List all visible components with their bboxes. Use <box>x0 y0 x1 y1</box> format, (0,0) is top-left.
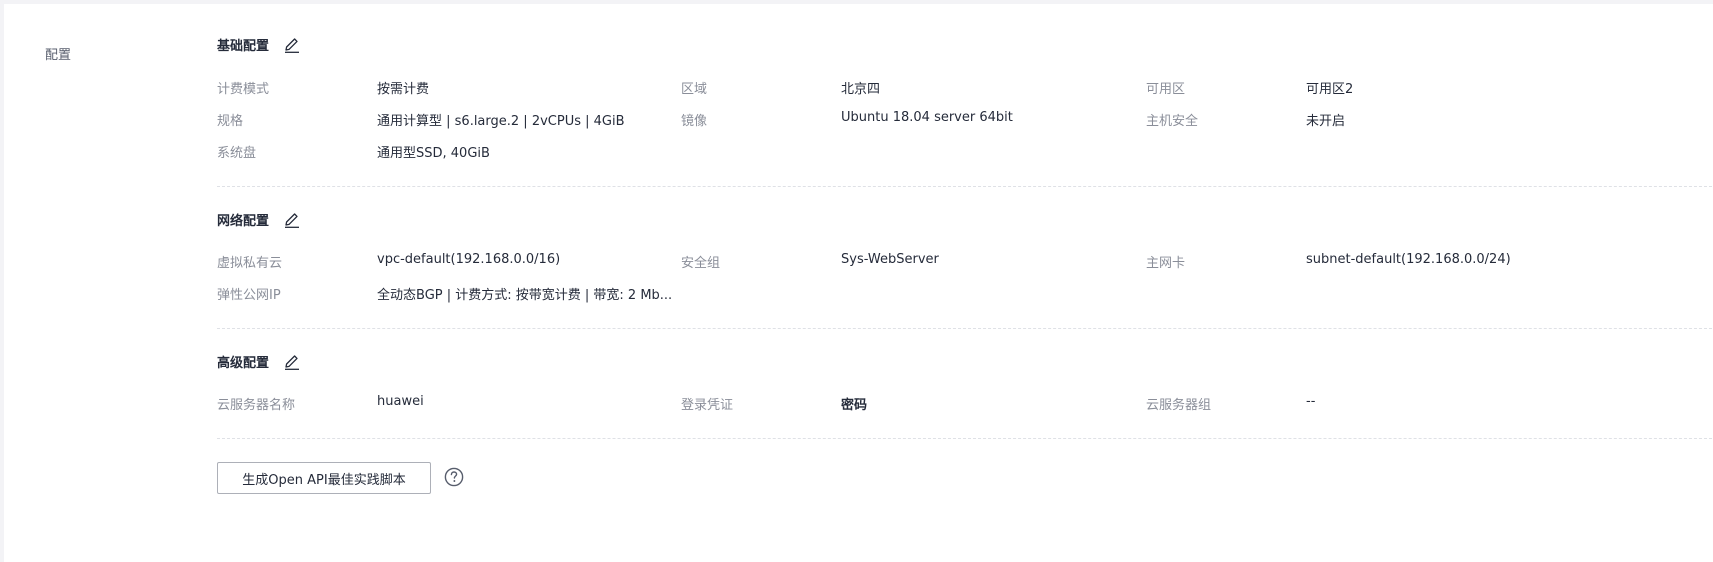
edit-icon[interactable] <box>283 36 301 54</box>
region-value: 北京四 <box>841 82 881 97</box>
system-disk-value: 通用型SSD, 40GiB <box>377 146 490 161</box>
login-credential-label: 登录凭证 <box>681 398 734 413</box>
basic-config-header: 基础配置 <box>217 35 301 54</box>
generate-openapi-script-button[interactable]: 生成Open API最佳实践脚本 <box>217 462 431 494</box>
flavor-label: 规格 <box>217 114 244 129</box>
host-security-value: 未开启 <box>1306 114 1346 129</box>
primary-nic-value: subnet-default(192.168.0.0/24) <box>1306 252 1511 267</box>
billing-mode-label: 计费模式 <box>217 82 270 97</box>
network-config-header: 网络配置 <box>217 210 301 229</box>
server-name-label: 云服务器名称 <box>217 398 296 413</box>
system-disk-label: 系统盘 <box>217 146 257 161</box>
advanced-row-1: 云服务器名称 huawei 登录凭证 密码 云服务器组 -- <box>217 394 1713 414</box>
network-config-title: 网络配置 <box>217 214 270 229</box>
section-divider <box>217 438 1713 439</box>
billing-mode-value: 按需计费 <box>377 82 430 97</box>
az-value: 可用区2 <box>1306 82 1354 97</box>
section-divider <box>217 186 1713 187</box>
advanced-config-header: 高级配置 <box>217 352 301 371</box>
section-side-label: 配置 <box>45 48 72 63</box>
section-divider <box>217 328 1713 329</box>
eip-label: 弹性公网IP <box>217 288 281 303</box>
region-label: 区域 <box>681 82 708 97</box>
basic-row-2: 规格 通用计算型 | s6.large.2 | 2vCPUs | 4GiB 镜像… <box>217 110 1713 130</box>
vpc-value: vpc-default(192.168.0.0/16) <box>377 252 561 267</box>
az-label: 可用区 <box>1146 82 1186 97</box>
security-group-value: Sys-WebServer <box>841 252 939 267</box>
basic-row-3: 系统盘 通用型SSD, 40GiB <box>217 142 1713 162</box>
advanced-config-title: 高级配置 <box>217 356 270 371</box>
vpc-label: 虚拟私有云 <box>217 256 283 271</box>
primary-nic-label: 主网卡 <box>1146 256 1186 271</box>
config-panel: 配置 基础配置 计费模式 按需计费 区域 北京四 可用区 可用区2 规格 通用计… <box>4 4 1713 562</box>
login-credential-value: 密码 <box>841 398 868 413</box>
question-circle-icon[interactable] <box>444 467 464 487</box>
image-label: 镜像 <box>681 114 708 129</box>
security-group-label: 安全组 <box>681 256 721 271</box>
flavor-value: 通用计算型 | s6.large.2 | 2vCPUs | 4GiB <box>377 114 625 129</box>
host-security-label: 主机安全 <box>1146 114 1199 129</box>
server-group-label: 云服务器组 <box>1146 398 1212 413</box>
image-value: Ubuntu 18.04 server 64bit <box>841 110 1013 125</box>
eip-value: 全动态BGP | 计费方式: 按带宽计费 | 带宽: 2 Mb... <box>377 288 673 303</box>
basic-config-title: 基础配置 <box>217 39 270 54</box>
basic-row-1: 计费模式 按需计费 区域 北京四 可用区 可用区2 <box>217 78 1713 98</box>
edit-icon[interactable] <box>283 211 301 229</box>
network-row-2: 弹性公网IP 全动态BGP | 计费方式: 按带宽计费 | 带宽: 2 Mb..… <box>217 284 1713 304</box>
server-group-value: -- <box>1306 394 1316 409</box>
edit-icon[interactable] <box>283 353 301 371</box>
server-name-value: huawei <box>377 394 424 409</box>
network-row-1: 虚拟私有云 vpc-default(192.168.0.0/16) 安全组 Sy… <box>217 252 1713 272</box>
